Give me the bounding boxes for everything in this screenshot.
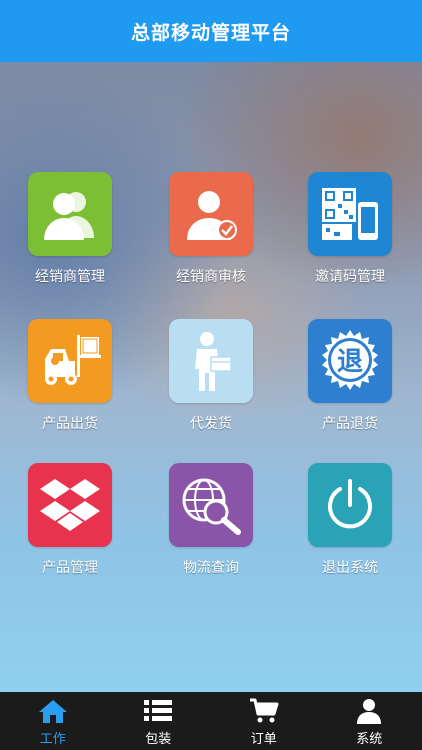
home-icon <box>38 700 67 723</box>
tile-logout[interactable]: 退出系统 <box>295 463 405 577</box>
tile-icon-box <box>169 463 253 547</box>
tab-orders[interactable]: 订单 <box>211 692 317 750</box>
tile-drop-shipping[interactable]: 代发货 <box>156 319 266 433</box>
tile-label: 产品管理 <box>42 560 98 576</box>
tile-icon-box <box>28 172 112 256</box>
delivery-man-icon <box>195 332 232 391</box>
tab-label: 工作 <box>39 732 66 747</box>
tile-icon-box <box>169 319 253 403</box>
tile-label: 物流查询 <box>183 560 239 576</box>
tab-bar: 工作 包装 订单 系统 <box>0 692 422 750</box>
tab-system[interactable]: 系统 <box>317 692 422 750</box>
tile-label: 代发货 <box>190 416 232 432</box>
list-icon <box>144 700 173 721</box>
tile-icon-box <box>28 319 112 403</box>
page-title: 总部移动管理平台 <box>130 21 291 44</box>
globe-search-icon <box>182 478 241 535</box>
tile-dealer-management[interactable]: 经销商管理 <box>15 172 125 286</box>
tile-label: 经销商审核 <box>176 269 246 285</box>
tab-label: 包装 <box>145 732 172 747</box>
user-approve-icon <box>187 191 237 240</box>
power-icon <box>328 479 372 529</box>
forklift-icon <box>45 335 101 385</box>
qrcode-phone-icon <box>322 188 378 240</box>
tile-product-shipment[interactable]: 产品出货 <box>15 319 125 433</box>
tile-icon-box <box>28 463 112 547</box>
tile-label: 产品退货 <box>322 416 378 432</box>
tile-label: 退出系统 <box>322 560 378 576</box>
return-seal-text: 退 <box>337 347 363 377</box>
tile-logistics-query[interactable]: 物流查询 <box>156 463 266 577</box>
header-bar: 总部移动管理平台 <box>0 0 422 62</box>
tile-invite-code-management[interactable]: 邀请码管理 <box>295 172 405 286</box>
tile-icon-box <box>308 172 392 256</box>
tab-label: 系统 <box>356 732 383 747</box>
tab-label: 订单 <box>250 732 277 747</box>
users-icon <box>44 192 94 240</box>
tile-label: 经销商管理 <box>35 269 105 285</box>
tile-dealer-review[interactable]: 经销商审核 <box>156 172 266 286</box>
tile-icon-box <box>169 172 253 256</box>
tile-label: 产品出货 <box>42 416 98 432</box>
tile-label: 邀请码管理 <box>315 269 385 285</box>
tile-product-management[interactable]: 产品管理 <box>15 463 125 577</box>
cart-icon <box>249 698 279 723</box>
tab-packaging[interactable]: 包装 <box>106 692 212 750</box>
tab-work[interactable]: 工作 <box>0 692 106 750</box>
return-seal-icon: 退 <box>322 330 378 390</box>
user-icon <box>357 699 382 724</box>
tile-icon-box: 退 <box>308 319 392 403</box>
tile-product-return[interactable]: 退 产品退货 <box>295 319 405 433</box>
dropbox-icon <box>40 479 100 531</box>
tile-icon-box <box>308 463 392 547</box>
